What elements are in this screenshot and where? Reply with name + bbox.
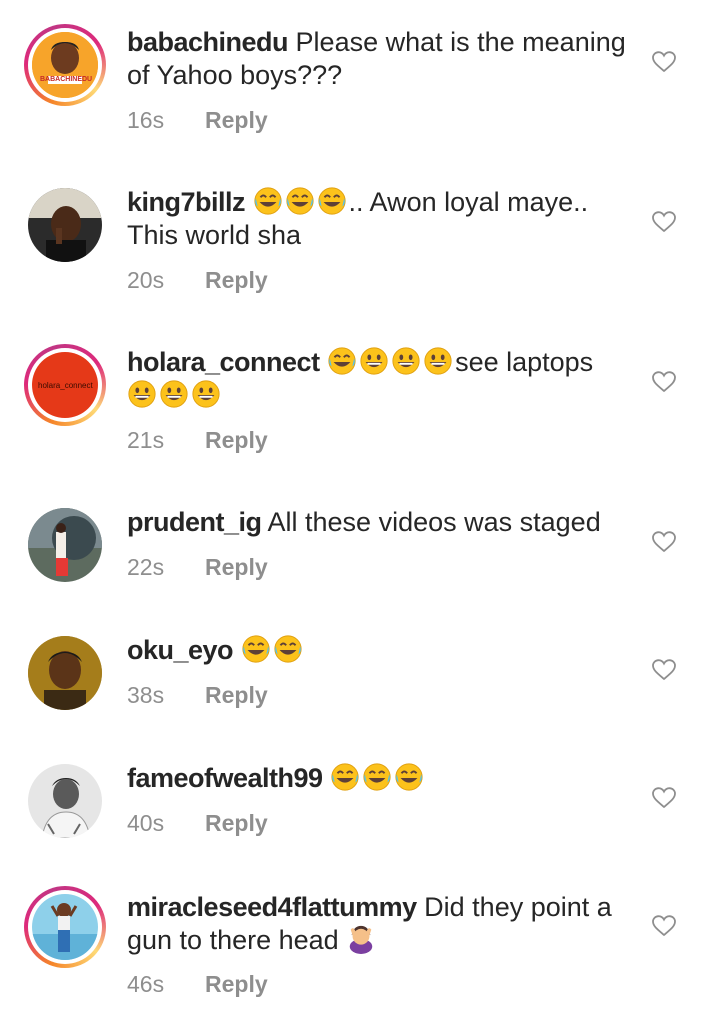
heart-outline-icon[interactable] (652, 51, 676, 73)
heart-outline-icon[interactable] (652, 371, 676, 393)
reply-button[interactable]: Reply (205, 107, 268, 133)
person-gesturing-emoji (346, 924, 376, 954)
grinning-emoji (423, 346, 453, 376)
avatar-image (28, 636, 102, 710)
reply-button[interactable]: Reply (205, 267, 268, 293)
comments-list: BABACHINEDU babachinedu Please what is t… (0, 0, 720, 1010)
comment-username[interactable]: oku_eyo (127, 635, 234, 665)
comment-meta: 16s Reply (127, 107, 268, 134)
grinning-emoji (359, 346, 389, 376)
comment-text: holara_connect see laptops (127, 346, 627, 412)
avatar[interactable] (28, 636, 102, 710)
avatar-logo-text: BABACHINEDU (40, 76, 93, 83)
comment-body: All these videos was staged (267, 507, 601, 537)
avatar[interactable]: BABACHINEDU (24, 24, 106, 106)
comment-text: babachinedu Please what is the meaning o… (127, 26, 627, 92)
comment-meta: 22s Reply (127, 554, 268, 581)
avatar[interactable] (28, 508, 102, 582)
avatar-logo-text: holara_connect (38, 381, 93, 390)
avatar[interactable]: holara_connect (24, 344, 106, 426)
comment-timestamp: 38s (127, 682, 165, 708)
tears-of-joy-emoji (241, 634, 271, 664)
reply-button[interactable]: Reply (205, 682, 268, 708)
comment-timestamp: 22s (127, 554, 165, 580)
comment-timestamp: 40s (127, 810, 165, 836)
comment-meta: 40s Reply (127, 810, 268, 837)
comment-meta: 38s Reply (127, 682, 268, 709)
heart-outline-icon[interactable] (652, 211, 676, 233)
reply-button[interactable]: Reply (205, 810, 268, 836)
comment-text: king7billz .. Awon loyal maye.. This wor… (127, 186, 627, 252)
grinning-emoji (127, 379, 157, 409)
comment-username[interactable]: king7billz (127, 187, 246, 217)
avatar[interactable] (28, 764, 102, 838)
tears-of-joy-emoji (317, 186, 347, 216)
comment-meta: 46s Reply (127, 971, 268, 998)
comment-username[interactable]: fameofwealth99 (127, 763, 323, 793)
comment-text: miracleseed4flattummy Did they point a g… (127, 891, 627, 957)
reply-button[interactable]: Reply (205, 554, 268, 580)
comment-meta: 20s Reply (127, 267, 268, 294)
tears-of-joy-emoji (394, 762, 424, 792)
comment-body: see laptops (455, 347, 594, 377)
tears-of-joy-emoji (273, 634, 303, 664)
tears-of-joy-emoji (253, 186, 283, 216)
comment-username[interactable]: babachinedu (127, 27, 289, 57)
avatar-image (32, 894, 98, 960)
comment-username[interactable]: prudent_ig (127, 507, 262, 537)
comment-username[interactable]: miracleseed4flattummy (127, 892, 417, 922)
comment-text: prudent_ig All these videos was staged (127, 506, 627, 539)
comment-meta: 21s Reply (127, 427, 268, 454)
avatar-image (28, 764, 102, 838)
comment-text: fameofwealth99 (127, 762, 627, 795)
heart-outline-icon[interactable] (652, 915, 676, 937)
avatar[interactable] (24, 886, 106, 968)
comment-timestamp: 21s (127, 427, 165, 453)
avatar-image (28, 508, 102, 582)
grinning-emoji (191, 379, 221, 409)
comment-username[interactable]: holara_connect (127, 347, 320, 377)
tears-of-joy-emoji (285, 186, 315, 216)
avatar-image (32, 32, 98, 98)
comment-timestamp: 20s (127, 267, 165, 293)
heart-outline-icon[interactable] (652, 659, 676, 681)
comment-timestamp: 16s (127, 107, 165, 133)
heart-outline-icon[interactable] (652, 787, 676, 809)
comment-text: oku_eyo (127, 634, 627, 667)
grinning-emoji (391, 346, 421, 376)
heart-outline-icon[interactable] (652, 531, 676, 553)
avatar-image (28, 188, 102, 262)
tears-of-joy-emoji (362, 762, 392, 792)
comment-timestamp: 46s (127, 971, 165, 997)
avatar[interactable] (28, 188, 102, 262)
reply-button[interactable]: Reply (205, 427, 268, 453)
tears-of-joy-emoji (327, 346, 357, 376)
grinning-emoji (159, 379, 189, 409)
reply-button[interactable]: Reply (205, 971, 268, 997)
tears-of-joy-emoji (330, 762, 360, 792)
